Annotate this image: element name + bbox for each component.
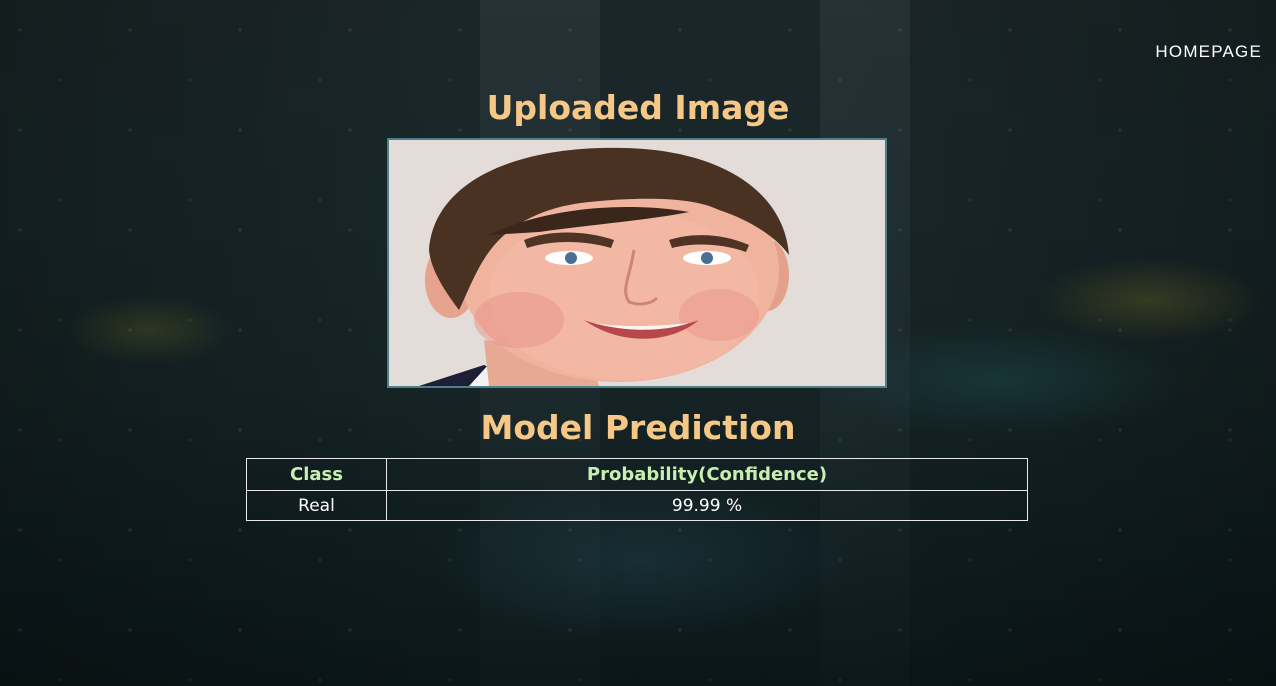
table-header-row: Class Probability(Confidence) bbox=[246, 458, 1028, 491]
uploaded-image-heading: Uploaded Image bbox=[486, 88, 790, 127]
table-row: Real 99.99 % bbox=[246, 490, 1028, 521]
probability-cell: 99.99 % bbox=[386, 490, 1028, 521]
prediction-table: Class Probability(Confidence) Real 99.99… bbox=[246, 458, 1028, 521]
model-prediction-heading: Model Prediction bbox=[480, 408, 796, 447]
face-photo bbox=[389, 140, 885, 386]
uploaded-image bbox=[387, 138, 887, 388]
class-cell: Real bbox=[246, 490, 387, 521]
class-column-header: Class bbox=[246, 458, 387, 491]
homepage-link[interactable]: HOMEPAGE bbox=[1155, 42, 1262, 62]
probability-column-header: Probability(Confidence) bbox=[386, 458, 1028, 491]
